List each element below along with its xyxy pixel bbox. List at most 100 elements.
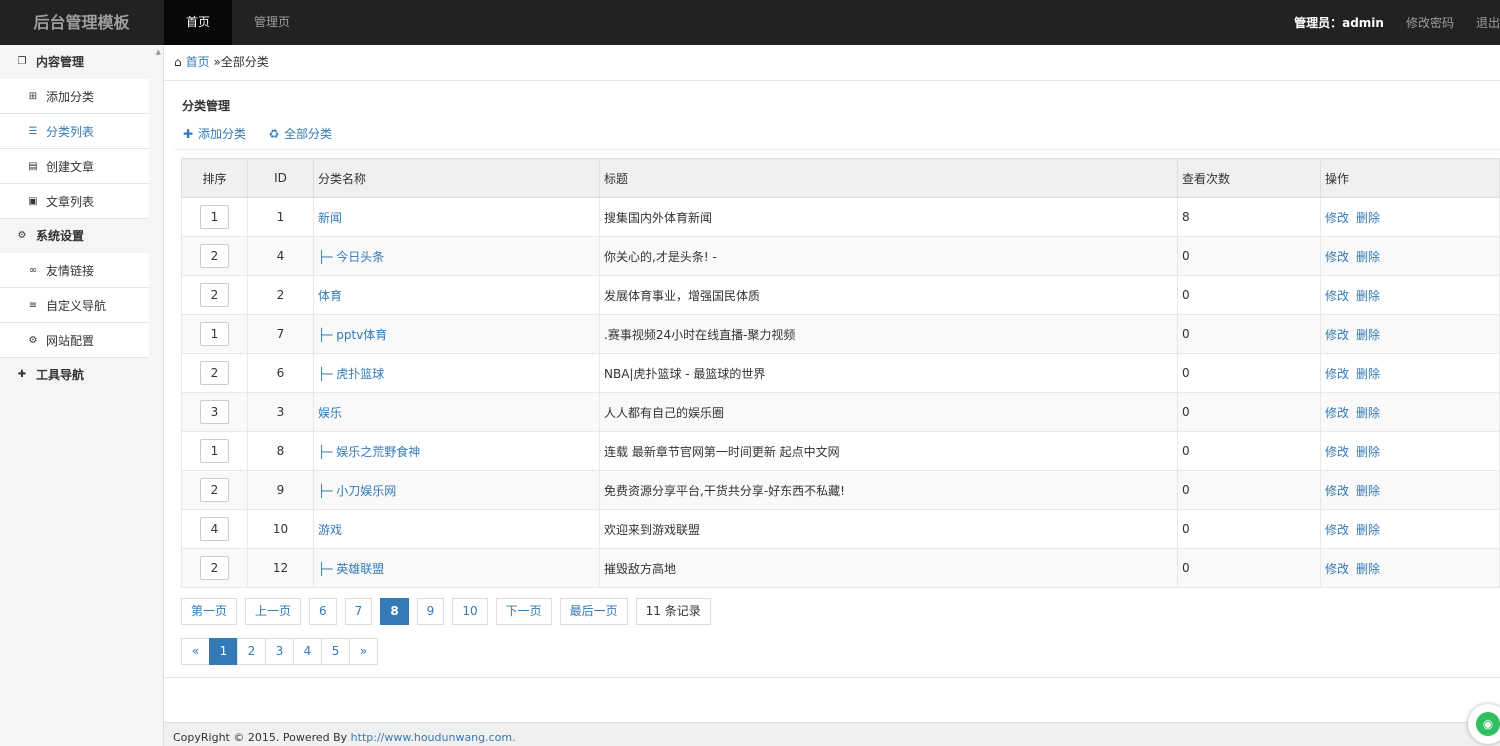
- add-category-link[interactable]: ✚ 添加分类: [182, 125, 246, 142]
- pager-page-10[interactable]: 10: [452, 598, 488, 625]
- order-input[interactable]: [200, 322, 229, 346]
- table-row: 6├─ 虎扑篮球NBA|虎扑篮球 - 最篮球的世界0修改删除: [181, 353, 1500, 393]
- category-name-link[interactable]: ├─ 娱乐之荒野食神: [318, 445, 420, 459]
- order-input[interactable]: [200, 478, 229, 502]
- brand-title[interactable]: 后台管理模板: [0, 0, 163, 45]
- category-name-link[interactable]: ├─ 小刀娱乐网: [318, 484, 396, 498]
- col-title[interactable]: 标题: [599, 158, 1178, 198]
- pager2-prev[interactable]: «: [181, 638, 210, 665]
- category-name-link[interactable]: 娱乐: [318, 406, 342, 420]
- admin-label: 管理员：admin: [1294, 16, 1384, 30]
- all-categories-link[interactable]: ♻ 全部分类: [268, 125, 332, 142]
- pager2-page-2[interactable]: 2: [237, 638, 266, 665]
- sidebar-item-custom-nav[interactable]: ≡ 自定义导航: [0, 288, 149, 323]
- pager-next[interactable]: 下一页: [495, 598, 552, 625]
- delete-link[interactable]: 删除: [1356, 211, 1380, 225]
- actions-cell: 修改 删除: [1320, 509, 1500, 549]
- sidebar-item-add-category[interactable]: ⊞ 添加分类: [0, 79, 149, 114]
- order-input[interactable]: [200, 400, 229, 424]
- sidebar-item-site-config[interactable]: ⚙ 网站配置: [0, 323, 149, 358]
- edit-link[interactable]: 修改: [1325, 406, 1349, 420]
- category-name-link[interactable]: ├─ 今日头条: [318, 250, 384, 264]
- pager-prev[interactable]: 上一页: [245, 598, 302, 625]
- pager2-page-4[interactable]: 4: [293, 638, 322, 665]
- pager-page-9[interactable]: 9: [416, 598, 445, 625]
- top-navbar: 后台管理模板 首页 管理页 管理员：admin 修改密码 退出: [0, 0, 1500, 45]
- edit-link[interactable]: 修改: [1325, 250, 1349, 264]
- col-views[interactable]: 查看次数: [1177, 158, 1321, 198]
- logout-link[interactable]: 退出: [1476, 14, 1500, 31]
- sidebar-item-create-article[interactable]: ▤ 创建文章: [0, 149, 149, 184]
- sidebar-item-category-list[interactable]: ☰ 分类列表: [0, 114, 149, 149]
- breadcrumb: ⌂ 首页 »全部分类: [164, 45, 1500, 81]
- floating-wifi-badge[interactable]: ◉: [1468, 704, 1500, 744]
- delete-link[interactable]: 删除: [1356, 289, 1380, 303]
- delete-link[interactable]: 删除: [1356, 328, 1380, 342]
- edit-link[interactable]: 修改: [1325, 562, 1349, 576]
- order-input[interactable]: [200, 439, 229, 463]
- table-row: 12├─ 英雄联盟摧毁敌方高地0修改删除: [181, 548, 1500, 588]
- edit-link[interactable]: 修改: [1325, 484, 1349, 498]
- edit-link[interactable]: 修改: [1325, 367, 1349, 381]
- pager-total: 11 条记录: [635, 598, 711, 625]
- col-name[interactable]: 分类名称: [313, 158, 600, 198]
- pager-page-7[interactable]: 7: [344, 598, 373, 625]
- order-input[interactable]: [200, 361, 229, 385]
- delete-link[interactable]: 删除: [1356, 562, 1380, 576]
- edit-link[interactable]: 修改: [1325, 445, 1349, 459]
- order-input[interactable]: [200, 556, 229, 580]
- sidebar-group-content[interactable]: ❐ 内容管理: [0, 45, 163, 79]
- pager-page-8-current[interactable]: 8: [380, 598, 409, 625]
- order-cell: [181, 236, 248, 276]
- pager-first[interactable]: 第一页: [181, 598, 238, 625]
- change-password-link[interactable]: 修改密码: [1406, 14, 1454, 31]
- footer-copyright: CopyRight © 2015. Powered By: [173, 731, 351, 744]
- delete-link[interactable]: 删除: [1356, 445, 1380, 459]
- category-name-link[interactable]: 游戏: [318, 523, 342, 537]
- category-name-link[interactable]: ├─ pptv体育: [318, 328, 387, 342]
- pager2-page-1-current[interactable]: 1: [209, 638, 238, 665]
- title-cell: 人人都有自己的娱乐圈: [599, 392, 1178, 432]
- col-order[interactable]: 排序: [181, 158, 248, 198]
- delete-link[interactable]: 删除: [1356, 367, 1380, 381]
- sidebar-group-settings[interactable]: ⚙ 系统设置: [0, 219, 163, 253]
- col-actions[interactable]: 操作: [1320, 158, 1500, 198]
- table-header-row: 排序 ID 分类名称 标题 查看次数 操作: [181, 158, 1500, 198]
- pager-page-6[interactable]: 6: [309, 598, 337, 625]
- delete-link[interactable]: 删除: [1356, 523, 1380, 537]
- sidebar-group-tools[interactable]: ✚ 工具导航: [0, 358, 163, 392]
- pager2-page-3[interactable]: 3: [265, 638, 294, 665]
- category-name-link[interactable]: ├─ 英雄联盟: [318, 562, 384, 576]
- col-id[interactable]: ID: [247, 158, 314, 198]
- title-cell: 摧毁敌方高地: [599, 548, 1178, 588]
- pager-last[interactable]: 最后一页: [559, 598, 628, 625]
- order-cell: [181, 392, 248, 432]
- category-name-link[interactable]: ├─ 虎扑篮球: [318, 367, 384, 381]
- sidebar-item-article-list[interactable]: ▣ 文章列表: [0, 184, 149, 219]
- sidebar-item-friend-links[interactable]: ∞ 友情链接: [0, 253, 149, 288]
- edit-link[interactable]: 修改: [1325, 523, 1349, 537]
- scroll-up-arrow-icon[interactable]: ▲: [156, 48, 161, 56]
- pager2-page-5[interactable]: 5: [321, 638, 350, 665]
- topnav-manage[interactable]: 管理页: [232, 0, 312, 45]
- edit-link[interactable]: 修改: [1325, 328, 1349, 342]
- pager2-next[interactable]: »: [349, 638, 378, 665]
- delete-link[interactable]: 删除: [1356, 250, 1380, 264]
- edit-link[interactable]: 修改: [1325, 211, 1349, 225]
- footer-link[interactable]: http://www.houdunwang.com.: [351, 731, 516, 744]
- order-input[interactable]: [200, 244, 229, 268]
- topnav-home[interactable]: 首页: [164, 0, 233, 45]
- order-input[interactable]: [200, 205, 229, 229]
- delete-link[interactable]: 删除: [1356, 484, 1380, 498]
- name-cell: 新闻: [313, 197, 600, 237]
- category-name-link[interactable]: 体育: [318, 289, 342, 303]
- order-input[interactable]: [200, 283, 229, 307]
- sidebar-group-label: 工具导航: [36, 368, 85, 382]
- table-row: 8├─ 娱乐之荒野食神连载 最新章节官网第一时间更新 起点中文网0修改删除: [181, 431, 1500, 471]
- pin-icon: ✚: [17, 369, 27, 380]
- category-name-link[interactable]: 新闻: [318, 211, 342, 225]
- breadcrumb-home[interactable]: 首页: [186, 55, 210, 69]
- edit-link[interactable]: 修改: [1325, 289, 1349, 303]
- delete-link[interactable]: 删除: [1356, 406, 1380, 420]
- order-input[interactable]: [200, 517, 229, 541]
